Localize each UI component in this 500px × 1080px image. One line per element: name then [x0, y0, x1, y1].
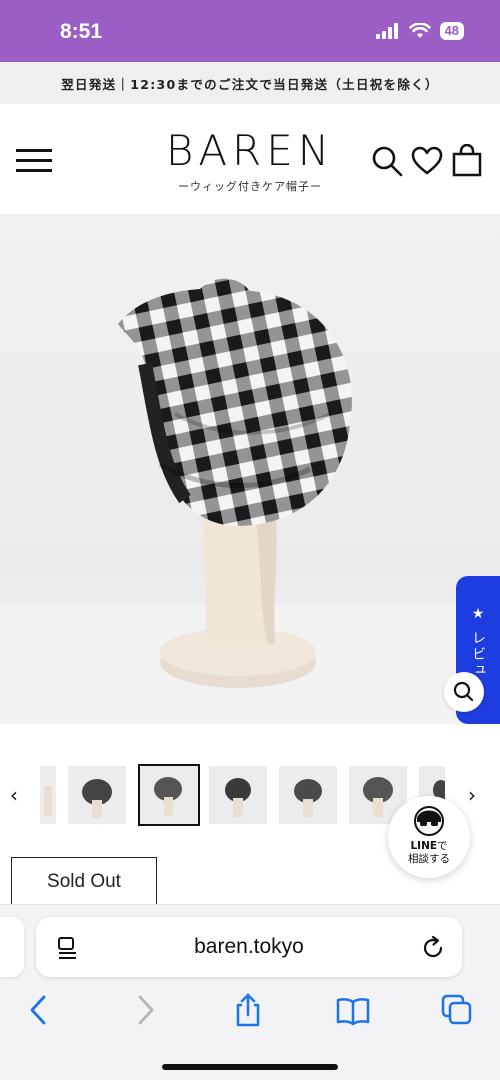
zoom-button[interactable] — [444, 672, 484, 712]
sold-out-button[interactable]: Sold Out — [11, 857, 157, 907]
status-bar: 8:51 48 — [0, 0, 500, 62]
zoom-icon — [453, 681, 474, 702]
wifi-icon — [408, 23, 431, 38]
line-word: LINE — [410, 840, 438, 852]
url-text: baren.tokyo — [194, 935, 304, 958]
address-bar[interactable]: baren.tokyo — [36, 917, 462, 977]
thumbnail[interactable] — [68, 766, 126, 824]
line-chat-button[interactable]: LINEで 相談する — [388, 796, 470, 878]
logo-tagline: ーウィッグ付きケア帽子ー — [178, 180, 322, 193]
thumbnail[interactable] — [40, 766, 56, 824]
line-consult-text: 相談する — [408, 853, 450, 865]
line-chat-label: LINEで 相談する — [388, 840, 470, 866]
status-time: 8:51 — [60, 20, 103, 43]
back-icon[interactable] — [22, 993, 56, 1027]
heart-icon[interactable] — [410, 144, 444, 178]
menu-icon — [16, 149, 52, 152]
thumbnail[interactable] — [279, 766, 337, 824]
tabs-icon[interactable] — [440, 993, 474, 1027]
announcement-text: 翌日発送｜12:30までのご注文で当日発送（土日祝を除く） — [61, 76, 439, 92]
share-icon[interactable] — [231, 993, 265, 1027]
bag-icon[interactable] — [450, 144, 484, 178]
status-icons: 48 — [375, 22, 464, 40]
menu-button[interactable] — [16, 147, 52, 173]
announcement-bar: 翌日発送｜12:30までのご注文で当日発送（土日祝を除く） — [0, 62, 500, 104]
thumbnail-active[interactable] — [138, 764, 200, 826]
chevron-left-icon[interactable]: ‹ — [4, 784, 24, 808]
site-header: BAREN ーウィッグ付きケア帽子ー — [0, 104, 500, 214]
reload-icon[interactable] — [420, 935, 446, 961]
search-icon[interactable] — [370, 144, 404, 178]
thumbnail[interactable] — [209, 766, 267, 824]
bookmarks-icon[interactable] — [336, 993, 370, 1027]
chevron-right-icon[interactable]: › — [462, 784, 482, 808]
home-indicator — [162, 1064, 338, 1070]
battery-indicator: 48 — [439, 22, 464, 40]
signal-icon — [375, 23, 398, 39]
line-suffix: で — [437, 840, 448, 852]
browser-toolbar: baren.tokyo — [0, 904, 500, 1080]
site-logo[interactable]: BAREN ーウィッグ付きケア帽子ー — [150, 126, 350, 194]
product-photo — [0, 278, 500, 724]
product-image[interactable]: ★ レビュー — [0, 214, 500, 724]
forward-icon[interactable] — [128, 993, 162, 1027]
avatar-icon — [414, 806, 444, 836]
logo-wordmark: BAREN — [165, 126, 335, 175]
previous-tab-peek[interactable] — [0, 917, 24, 977]
